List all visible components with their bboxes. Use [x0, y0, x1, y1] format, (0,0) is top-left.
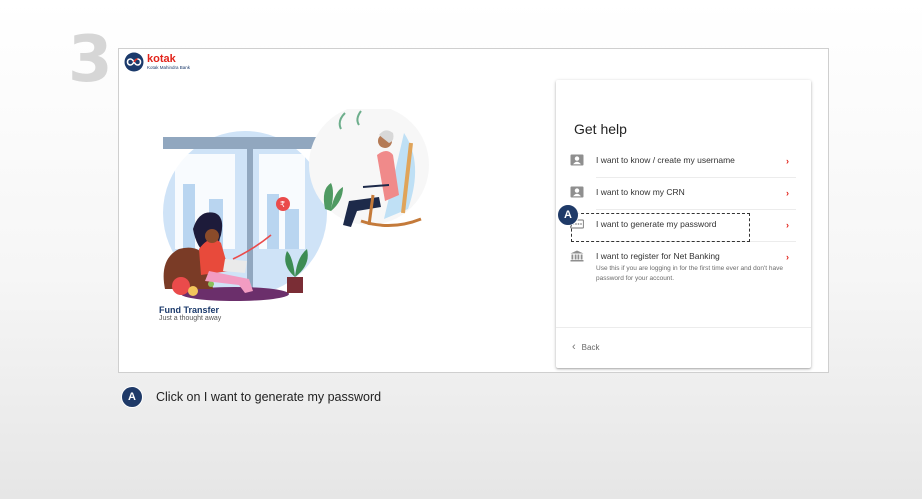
- fund-transfer-illustration: ₹: [163, 109, 429, 301]
- divider: [596, 177, 796, 178]
- illustration-title: Fund Transfer: [159, 305, 220, 315]
- chevron-right-icon: ›: [786, 220, 789, 230]
- option-description: Use this if you are logging in for the f…: [596, 265, 783, 282]
- kotak-infinity-icon: [124, 52, 144, 72]
- screenshot-frame: kotak Kotak Mahindra Bank ₹ Fund Transfe…: [118, 48, 829, 373]
- option-register-net-banking[interactable]: I want to register for Net Banking Use t…: [570, 249, 797, 284]
- annotation-marker: A: [557, 204, 579, 226]
- highlight-box: [571, 213, 750, 242]
- divider: [556, 327, 811, 328]
- user-card-icon: [570, 154, 584, 166]
- divider: [596, 209, 796, 210]
- option-label: I want to know / create my username: [596, 155, 735, 165]
- option-know-crn[interactable]: I want to know my CRN ›: [570, 185, 797, 199]
- back-label: Back: [581, 343, 600, 352]
- chevron-right-icon: ›: [786, 252, 789, 262]
- back-button[interactable]: ‹ Back: [572, 342, 599, 353]
- illustration-caption: Fund Transfer Just a thought away: [159, 305, 222, 323]
- brand-name: kotak: [147, 52, 176, 65]
- option-label: I want to know my CRN: [596, 187, 685, 197]
- chevron-right-icon: ›: [786, 156, 789, 166]
- illustration-subtitle: Just a thought away: [159, 315, 222, 323]
- chevron-left-icon: ‹: [572, 341, 576, 353]
- brand-subtitle: Kotak Mahindra Bank: [147, 64, 191, 70]
- chevron-right-icon: ›: [786, 188, 789, 198]
- option-know-username[interactable]: I want to know / create my username ›: [570, 153, 797, 167]
- user-card-icon: [570, 186, 584, 198]
- annotation-legend: A Click on I want to generate my passwor…: [121, 386, 381, 408]
- kotak-logo: kotak Kotak Mahindra Bank: [123, 52, 190, 72]
- panel-title: Get help: [574, 121, 627, 137]
- svg-text:₹: ₹: [280, 200, 285, 209]
- step-number: 3: [68, 23, 113, 97]
- option-label: I want to register for Net Banking: [596, 251, 720, 261]
- bank-icon: [570, 250, 584, 262]
- annotation-marker: A: [121, 386, 143, 408]
- annotation-instruction: Click on I want to generate my password: [156, 390, 382, 404]
